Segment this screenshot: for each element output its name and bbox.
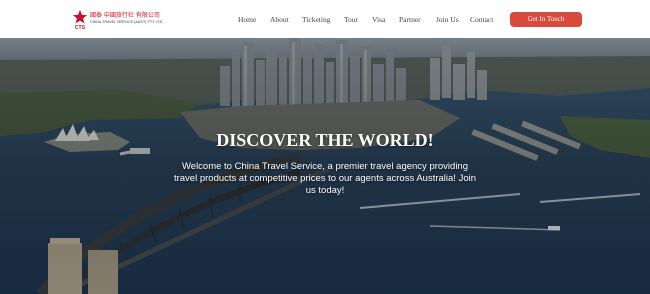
get-in-touch-button[interactable]: Get In Touch	[510, 12, 582, 27]
nav-contact[interactable]: Contact	[470, 15, 493, 24]
nav-visa[interactable]: Visa	[372, 15, 385, 24]
star-logo-icon	[72, 9, 88, 24]
nav-join-us[interactable]: Join Us	[436, 15, 459, 24]
hero-subtitle: Welcome to China Travel Service, a premi…	[173, 161, 477, 196]
brand-name-en: CHINA TRAVEL SERVICE (AUST) PTY LTD	[90, 20, 163, 24]
site-header: CTS 國泰 中國旅行社 有限公司 CHINA TRAVEL SERVICE (…	[0, 0, 650, 38]
page: CTS 國泰 中國旅行社 有限公司 CHINA TRAVEL SERVICE (…	[0, 0, 650, 294]
nav-about[interactable]: About	[270, 15, 289, 24]
hero-title: DISCOVER THE WORLD!	[216, 130, 434, 150]
logo-mark: CTS	[74, 25, 86, 31]
hero-banner: DISCOVER THE WORLD! Welcome to China Tra…	[0, 38, 650, 294]
nav-partner[interactable]: Partner	[399, 15, 421, 24]
nav-ticketing[interactable]: Ticketing	[302, 15, 330, 24]
brand-name-cn: 國泰 中國旅行社 有限公司	[90, 12, 160, 19]
nav-tour[interactable]: Tour	[344, 15, 358, 24]
nav-home[interactable]: Home	[238, 15, 256, 24]
